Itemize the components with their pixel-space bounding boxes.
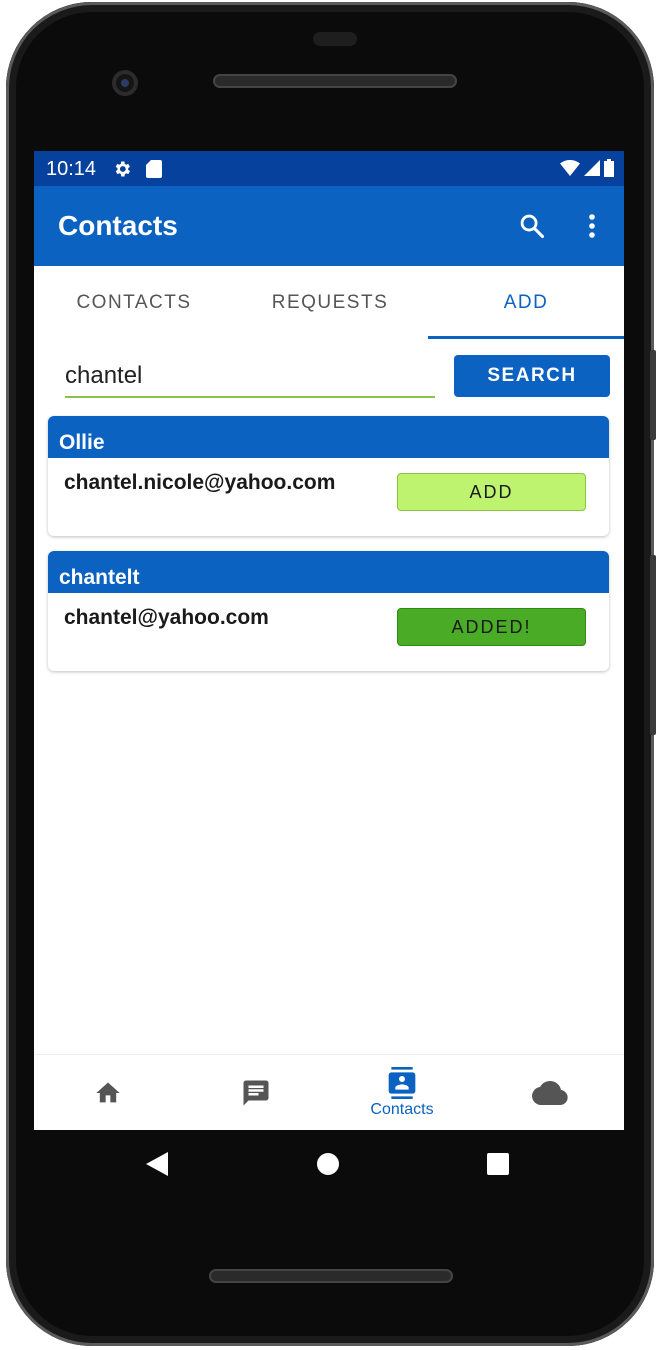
contacts-icon (388, 1067, 416, 1099)
tab-contacts[interactable]: CONTACTS (34, 266, 234, 340)
volume-button (650, 555, 656, 735)
more-vert-icon[interactable] (582, 212, 602, 240)
home-circle-icon[interactable] (317, 1153, 339, 1175)
sd-card-icon (146, 160, 162, 183)
home-icon (96, 1082, 120, 1103)
search-button[interactable]: SEARCH (454, 355, 610, 397)
status-right-icons (560, 159, 614, 177)
bottom-speaker (209, 1269, 453, 1283)
result-name: chantelt (48, 551, 609, 593)
status-time: 10:14 (46, 158, 97, 180)
system-navigation-bar (34, 1130, 624, 1200)
top-notch (313, 32, 357, 46)
nav-contacts-label: Contacts (370, 1101, 434, 1118)
bottom-navigation: Contacts (34, 1054, 624, 1130)
recents-square-icon[interactable] (487, 1153, 509, 1175)
search-input[interactable] (65, 356, 435, 398)
power-button (650, 350, 656, 440)
app-bar: Contacts (34, 186, 624, 266)
result-name: Ollie (48, 416, 609, 458)
battery-icon (604, 159, 614, 177)
nav-contacts[interactable]: Contacts (352, 1055, 452, 1130)
wifi-icon (560, 160, 580, 176)
gear-icon (112, 159, 132, 184)
tab-requests[interactable]: REQUESTS (231, 266, 429, 340)
nav-cloud[interactable] (510, 1055, 590, 1130)
status-bar: 10:14 (34, 151, 624, 186)
nav-chat[interactable] (216, 1055, 296, 1130)
add-contact-button[interactable]: ADD (397, 473, 586, 511)
active-tab-indicator (428, 336, 624, 339)
front-camera (112, 70, 138, 96)
nav-home[interactable] (68, 1055, 148, 1130)
cloud-icon (532, 1081, 568, 1105)
result-email: chantel@yahoo.com (64, 606, 269, 629)
page-title: Contacts (58, 210, 178, 241)
search-icon[interactable] (518, 212, 546, 240)
chat-icon (243, 1080, 269, 1106)
screen: 10:14 Contacts CONTACTS REQUESTS ADD SEA… (34, 151, 624, 1130)
added-contact-button[interactable]: ADDED! (397, 608, 586, 646)
result-card: chantelt chantel@yahoo.com ADDED! (48, 551, 609, 671)
result-email: chantel.nicole@yahoo.com (64, 471, 336, 494)
tab-add[interactable]: ADD (428, 266, 624, 340)
back-icon[interactable] (146, 1152, 168, 1176)
earpiece-speaker (213, 74, 457, 88)
tab-bar: CONTACTS REQUESTS ADD (34, 266, 624, 340)
signal-icon (584, 160, 600, 176)
result-card: Ollie chantel.nicole@yahoo.com ADD (48, 416, 609, 536)
